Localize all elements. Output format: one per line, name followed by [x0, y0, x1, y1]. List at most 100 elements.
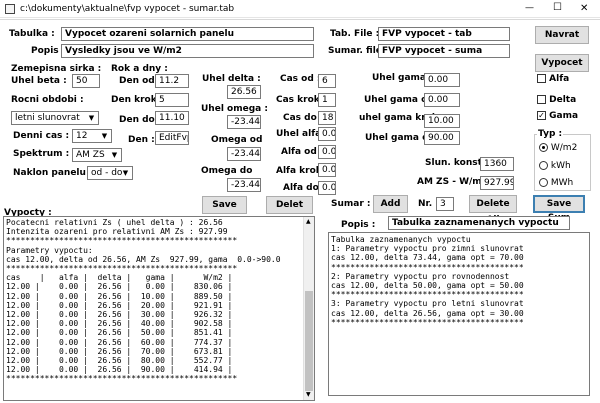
gama-krok-field[interactable]: 10.00 [424, 114, 460, 128]
title-separator [0, 19, 600, 20]
den-label: Den : [128, 135, 155, 145]
delete-all-button[interactable]: Delete All [469, 195, 517, 225]
vypocty-line: cas 12.00, delta od 26.56, AM Zs 927.99,… [6, 254, 281, 264]
delta-checkbox[interactable]: Delta [537, 95, 576, 105]
vypocty-line: 12.00 | 0.00 | 26.56 | 70.00 | 673.81 | [6, 346, 233, 356]
popis2-field[interactable]: Tabulka zaznamenanych vypoctu [388, 216, 570, 230]
vertical-scrollbar[interactable]: ▲ ▼ [303, 217, 314, 400]
typ-kwh-label: kWh [550, 161, 571, 171]
alfa-do-field[interactable]: 0.00 [318, 181, 336, 195]
save-sum-button[interactable]: Save Sum [533, 195, 585, 223]
slun-konst-field[interactable]: 1360 [480, 157, 514, 171]
uhel-gama-field[interactable]: 0.00 [424, 73, 460, 87]
sumar-line: **************************************** [331, 317, 524, 327]
gama-od-field[interactable]: 0.00 [424, 93, 460, 107]
cas-od-field[interactable]: 6 [318, 74, 336, 88]
cas-krok-field[interactable]: 1 [318, 93, 336, 107]
uhel-beta-field[interactable]: 50 [72, 74, 100, 88]
tabulka-field[interactable]: Vypocet ozareni solarnich panelu [61, 27, 314, 41]
sumar-file-field[interactable]: FVP vypocet - suma [378, 44, 510, 58]
close-icon[interactable]: ✕ [580, 3, 588, 14]
maximize-icon[interactable]: ☐ [553, 2, 562, 13]
sumar-line: **************************************** [331, 290, 524, 300]
typ-mwh-label: MWh [550, 178, 574, 188]
app-icon [5, 4, 15, 14]
scroll-up-icon[interactable]: ▲ [306, 218, 311, 225]
denni-cas-combo[interactable]: 12 ▼ [72, 129, 112, 143]
omega-od-label: Omega od [211, 135, 263, 145]
omega-od-field[interactable]: -23.44 [227, 147, 261, 161]
sumar-line: 3: Parametry vypoctu pro letni slunovrat [331, 299, 524, 309]
title-bar: c:\dokumenty\aktualne\fvp vypocet - suma… [0, 0, 600, 18]
vypocty-line: ****************************************… [6, 236, 238, 246]
den-od-field[interactable]: 11.2 [155, 74, 189, 88]
vypocty-line: 12.00 | 0.00 | 26.56 | 80.00 | 552.77 | [6, 356, 233, 366]
delete-tab-button[interactable]: Delet Tab [266, 196, 313, 226]
den-field[interactable]: EditFvpD [155, 131, 189, 145]
sumar-lines: Tabulka zaznamenanych vypoctu 1: Parametr… [331, 235, 524, 327]
naklon-label: Naklon panelu : [13, 168, 93, 178]
omega-do-label: Omega do [201, 166, 253, 176]
radio-selected-icon [539, 143, 548, 152]
naklon-value: od - do [91, 168, 123, 178]
minimize-icon[interactable]: — [525, 3, 534, 13]
sumar-line: **************************************** [331, 262, 524, 272]
add-button[interactable]: Add [373, 195, 408, 213]
vypocet-button[interactable]: Vypocet [535, 54, 589, 72]
alfa-od-field[interactable]: 0.00 [318, 145, 336, 159]
omega-do-field[interactable]: -23.44 [227, 178, 261, 192]
tab-file-field[interactable]: FVP vypocet - tab [378, 27, 510, 41]
vypocty-line: cas | alfa | delta | gama | W/m2 | [6, 273, 233, 283]
uhel-omega-label: Uhel omega : [201, 104, 268, 114]
vypocty-line: 12.00 | 0.00 | 26.56 | 30.00 | 926.32 | [6, 310, 233, 320]
popis2-label: Popis : [341, 220, 376, 230]
typ-label: Typ : [537, 129, 564, 139]
am-zs-field[interactable]: 927.99 [480, 176, 514, 190]
tab-file-label: Tab. File : [330, 29, 380, 39]
vypocty-textarea[interactable]: Pocatecni relativni Zs ( uhel delta ) : … [3, 216, 315, 401]
sumar-line: 1: Parametry vypoctu pro zimni slunovrat [331, 244, 524, 254]
gama-checkbox[interactable]: ✓ Gama [537, 111, 578, 121]
vypocty-line: ****************************************… [6, 264, 238, 274]
alfa-checkbox[interactable]: Alfa [537, 74, 569, 84]
spektrum-combo[interactable]: AM ZS ▼ [72, 148, 122, 162]
sumar-textarea[interactable]: Tabulka zaznamenanych vypoctu 1: Parametr… [328, 232, 590, 396]
uhel-delta-field[interactable]: 26.56 [227, 85, 261, 99]
scroll-thumb[interactable] [305, 291, 313, 391]
typ-mwh-radio[interactable]: MWh [539, 178, 573, 188]
save-tab-button[interactable]: Save Tab [202, 196, 247, 226]
vypocty-line: 12.00 | 0.00 | 26.56 | 40.00 | 902.58 | [6, 319, 233, 329]
typ-wm2-radio[interactable]: W/m2 [539, 143, 577, 153]
vypocty-line: 12.00 | 0.00 | 26.56 | 50.00 | 851.41 | [6, 328, 233, 338]
typ-wm2-label: W/m2 [550, 143, 578, 153]
den-do-field[interactable]: 11.10 [155, 111, 189, 125]
uhel-omega-field[interactable]: -23.44 [227, 115, 261, 129]
cas-do-field[interactable]: 18 [318, 111, 336, 125]
radio-icon [539, 178, 548, 187]
typ-kwh-radio[interactable]: kWh [539, 161, 571, 171]
chevron-down-icon: ▼ [88, 114, 95, 122]
den-krok-field[interactable]: 5 [155, 93, 189, 107]
rocni-combo[interactable]: letni slunovrat ▼ [11, 111, 99, 125]
scroll-down-icon[interactable]: ▼ [306, 391, 311, 398]
alfa-krok-field[interactable]: 0.00 [318, 163, 336, 177]
naklon-combo[interactable]: od - do ▼ [87, 166, 133, 180]
vypocty-line: 12.00 | 0.00 | 26.56 | 20.00 | 921.91 | [6, 300, 233, 310]
nr-field[interactable]: 3 [436, 197, 454, 211]
gama-do-field[interactable]: 90.00 [424, 131, 460, 145]
denni-cas-value: 12 [76, 131, 88, 141]
tabulka-label: Tabulka : [9, 29, 55, 39]
radio-icon [539, 161, 548, 170]
popis-field[interactable]: Vysledky jsou ve W/m2 [61, 44, 314, 58]
navrat-button[interactable]: Navrat [535, 26, 589, 44]
vypocty-line: 12.00 | 0.00 | 26.56 | 0.00 | 830.06 | [6, 282, 233, 292]
vypocty-line: Pocatecni relativni Zs ( uhel delta ) : … [6, 218, 223, 227]
sumar-line: cas 12.00, delta 50.00, gama opt = 50.00 [331, 281, 524, 291]
uhel-alfa-field[interactable]: 0.00 [318, 127, 336, 141]
vypocty-line: 12.00 | 0.00 | 26.56 | 60.00 | 774.37 | [6, 337, 233, 347]
rocni-value: letni slunovrat [15, 113, 80, 123]
spektrum-value: AM ZS [76, 150, 105, 160]
vypocty-line: ****************************************… [6, 374, 238, 384]
rocni-label: Rocni obdobi : [11, 95, 84, 105]
alfa-checkbox-label: Alfa [549, 74, 570, 84]
